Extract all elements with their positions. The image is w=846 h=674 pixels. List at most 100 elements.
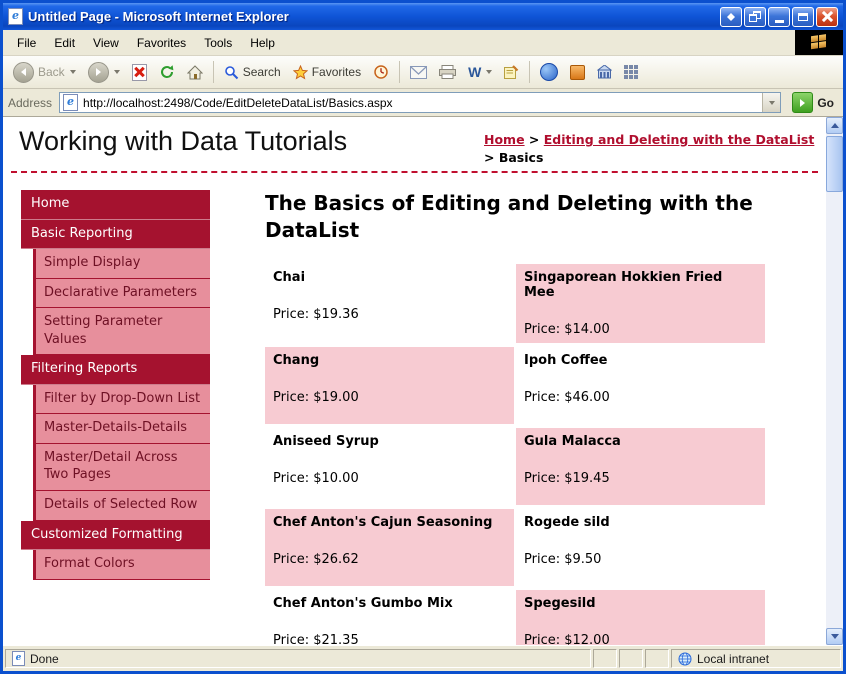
back-button[interactable]: Back [8,59,81,86]
sidebar-item-label: Setting Parameter Values [44,314,163,347]
sidebar-item-declarative-parameters[interactable]: Declarative Parameters [33,278,210,309]
sites-button[interactable] [592,62,617,82]
window-title: Untitled Page - Microsoft Internet Explo… [28,9,289,24]
search-button[interactable]: Search [219,62,286,83]
sidebar-item-label: Basic Reporting [31,225,133,241]
stop-button[interactable] [127,61,152,84]
product-price: Price: $19.45 [524,471,610,486]
maximize-button[interactable] [792,6,814,27]
sidebar-item-master-details-details[interactable]: Master-Details-Details [33,414,210,444]
product-price: Price: $46.00 [524,390,610,405]
mail-icon [410,65,428,79]
product-name: Gula Malacca [524,434,621,449]
print-button[interactable] [434,62,461,82]
menu-file[interactable]: File [9,33,44,53]
minimize-button[interactable] [768,6,790,27]
product-price: Price: $9.50 [524,552,602,567]
sidebar-item-basic-reporting[interactable]: Basic Reporting [21,219,210,250]
page-favicon: e [63,94,79,111]
close-button[interactable] [816,6,838,27]
product-cell: Singaporean Hokkien Fried Mee Price: $14.… [516,264,765,343]
scrollbar-thumb[interactable] [826,136,843,192]
address-input[interactable]: e http://localhost:2498/Code/EditDeleteD… [59,92,782,113]
menu-favorites[interactable]: Favorites [129,33,194,53]
product-datalist: Chai Price: $19.36 Singaporean Hokkien Fr… [265,264,765,645]
windows-flag-icon [810,34,828,51]
product-name: Ipoh Coffee [524,353,608,368]
toolbar-separator [212,61,214,83]
forward-button[interactable] [83,59,125,86]
status-message-pane: e Done [5,649,591,668]
page-main: Home Basic Reporting Simple Display Decl… [3,173,826,645]
sidebar-item-label: Filtering Reports [31,361,138,377]
breadcrumb-current: Basics [498,149,544,165]
tiles-button[interactable] [619,62,643,82]
product-name: Aniseed Syrup [273,434,379,449]
go-button[interactable]: Go [788,91,838,114]
edit-word-button[interactable]: W [463,61,497,83]
address-label: Address [8,95,53,110]
sidebar-item-filter-by-dropdown-list[interactable]: Filter by Drop-Down List [33,384,210,415]
product-name: Chang [273,353,320,368]
research-icon [570,64,586,80]
scroll-up-button[interactable] [826,117,843,134]
title-bar[interactable]: e Untitled Page - Microsoft Internet Exp… [3,3,843,30]
product-cell: Ipoh Coffee Price: $46.00 [516,347,765,424]
product-cell: Aniseed Syrup Price: $10.00 [265,428,514,505]
research-button[interactable] [565,62,590,83]
product-cell: Chef Anton's Gumbo Mix Price: $21.35 [265,590,514,645]
edit-word-dropdown-icon [486,70,493,74]
security-zone-pane: Local intranet [671,649,841,668]
favorites-button[interactable]: Favorites [288,62,366,83]
search-label: Search [242,65,281,79]
tiles-icon [624,65,639,79]
product-price: Price: $12.00 [524,633,610,645]
ie-page-icon: e [8,8,23,25]
sidebar-item-label: Declarative Parameters [44,284,197,300]
menu-tools[interactable]: Tools [196,33,240,53]
sidebar-item-home[interactable]: Home [21,190,210,220]
sidebar-item-details-of-selected-row[interactable]: Details of Selected Row [33,491,210,521]
sidebar-item-format-colors[interactable]: Format Colors [33,550,210,580]
scroll-down-button[interactable] [826,628,843,645]
favorites-star-icon [292,64,308,80]
vertical-scrollbar[interactable] [826,117,843,645]
home-button[interactable] [182,62,208,83]
sidebar-item-label: Master/Detail Across Two Pages [44,449,178,483]
window-arrows-button[interactable] [720,6,742,27]
history-button[interactable] [368,61,394,83]
search-icon [224,65,238,79]
sidebar-item-label: Customized Formatting [31,526,183,542]
mail-button[interactable] [405,63,432,82]
menu-view[interactable]: View [85,33,127,53]
building-icon [597,65,613,79]
window-cascade-button[interactable] [744,6,766,27]
main-content: The Basics of Editing and Deleting with … [265,190,765,645]
menu-help[interactable]: Help [242,33,283,53]
product-name: Chef Anton's Gumbo Mix [273,596,453,611]
status-text: Done [30,651,59,666]
menu-edit[interactable]: Edit [46,33,83,53]
refresh-button[interactable] [154,61,180,83]
address-dropdown-button[interactable] [762,93,781,112]
notes-button[interactable] [499,62,524,82]
sidebar-item-setting-parameter-values[interactable]: Setting Parameter Values [33,308,210,356]
maximize-icon [798,12,808,21]
page-header: Working with Data Tutorials Home > Editi… [3,117,826,169]
product-price: Price: $21.35 [273,633,359,645]
sidebar-item-customized-formatting[interactable]: Customized Formatting [21,520,210,551]
sidebar-item-simple-display[interactable]: Simple Display [33,249,210,279]
breadcrumb-section-link[interactable]: Editing and Deleting with the DataList [544,132,815,147]
toolbar-separator [399,61,401,83]
sidebar-item-label: Format Colors [44,556,135,572]
sidebar-item-filtering-reports[interactable]: Filtering Reports [21,355,210,385]
window-controls [720,6,838,27]
breadcrumb-home-link[interactable]: Home [484,132,525,147]
product-cell: Chang Price: $19.00 [265,347,514,424]
sidebar-item-master-detail-across-two-pages[interactable]: Master/Detail Across Two Pages [33,443,210,492]
scroll-up-icon [830,123,839,128]
go-arrow-icon [792,92,814,113]
page-title: The Basics of Editing and Deleting with … [265,191,753,242]
back-icon [13,61,34,83]
messenger-button[interactable] [535,60,563,84]
